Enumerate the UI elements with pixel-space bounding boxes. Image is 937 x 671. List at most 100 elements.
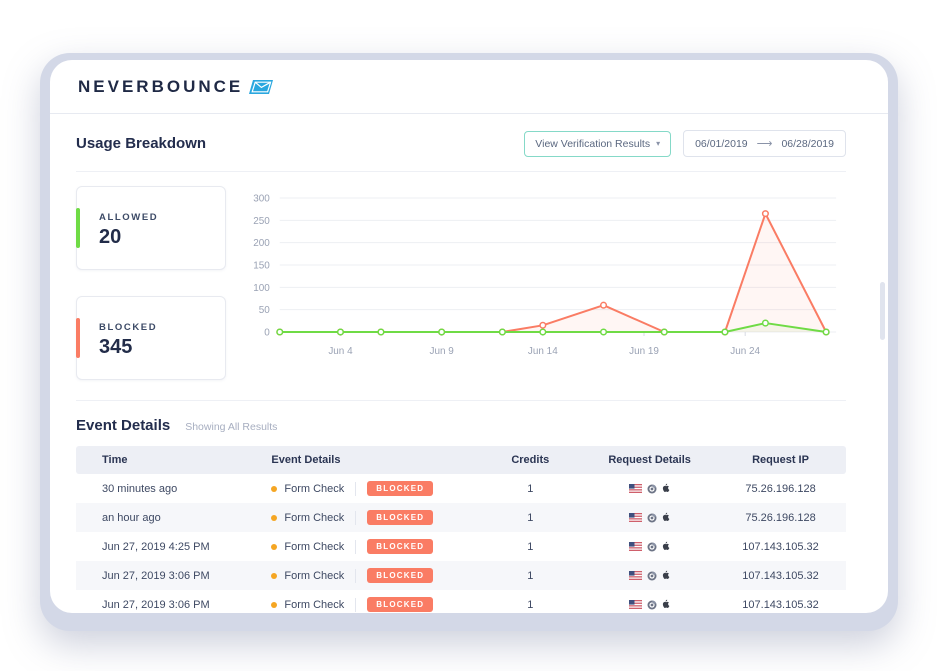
status-badge: BLOCKED bbox=[367, 597, 434, 612]
svg-text:150: 150 bbox=[253, 260, 270, 271]
row-event-type: Form Check bbox=[284, 569, 345, 582]
events-titlebar: Event Details Showing All Results bbox=[76, 417, 846, 434]
us-flag-icon bbox=[628, 571, 642, 580]
brand-name: NEVERBOUNCE bbox=[78, 76, 244, 96]
row-time: 30 minutes ago bbox=[102, 482, 178, 495]
events-table: Time Event Details Credits Request Detai… bbox=[76, 446, 846, 613]
svg-text:300: 300 bbox=[253, 193, 270, 204]
row-credits: 1 bbox=[527, 598, 534, 611]
events-subtitle: Showing All Results bbox=[185, 421, 278, 433]
apple-icon bbox=[662, 483, 671, 494]
svg-text:Jun 4: Jun 4 bbox=[328, 346, 353, 357]
status-dot-icon bbox=[271, 572, 278, 579]
status-badge: BLOCKED bbox=[367, 539, 434, 554]
row-credits: 1 bbox=[527, 569, 534, 582]
row-event-cell: Form Check BLOCKED bbox=[245, 510, 476, 525]
usage-body: ALLOWED 20 BLOCKED 345 0 50 100 150 200 250 30… bbox=[76, 186, 846, 380]
col-header-request-details: Request Details bbox=[608, 454, 691, 466]
dashboard-window: NEVERBOUNCE Usage Breakdown View Verific… bbox=[50, 60, 888, 613]
usage-section-title: Usage Breakdown bbox=[76, 135, 207, 152]
row-event-type: Form Check bbox=[284, 540, 345, 553]
cell-divider bbox=[355, 597, 357, 612]
date-range-end: 06/28/2019 bbox=[781, 137, 834, 150]
apple-icon bbox=[662, 541, 671, 552]
table-row: 30 minutes ago Form Check BLOCKED 1 75.2… bbox=[76, 474, 846, 503]
chrome-icon bbox=[647, 570, 657, 581]
row-request-ip: 75.26.196.128 bbox=[745, 482, 816, 495]
svg-text:50: 50 bbox=[259, 305, 270, 316]
col-header-event-details: Event Details bbox=[271, 454, 341, 466]
status-dot-icon bbox=[271, 485, 278, 492]
status-badge: BLOCKED bbox=[367, 510, 434, 525]
row-event-type: Form Check bbox=[284, 482, 345, 495]
row-credits: 1 bbox=[527, 482, 534, 495]
us-flag-icon bbox=[628, 513, 642, 522]
row-credits: 1 bbox=[527, 511, 534, 524]
date-range-picker[interactable]: 06/01/2019 ⟶ 06/28/2019 bbox=[683, 130, 846, 157]
usage-titlebar: Usage Breakdown View Verification Result… bbox=[76, 130, 846, 172]
svg-text:100: 100 bbox=[253, 283, 270, 294]
chrome-icon bbox=[647, 599, 657, 610]
events-section-title: Event Details bbox=[76, 417, 171, 434]
svg-text:0: 0 bbox=[264, 327, 270, 338]
row-time: Jun 27, 2019 3:06 PM bbox=[102, 569, 210, 582]
apple-icon bbox=[662, 570, 671, 581]
row-request-ip: 107.143.105.32 bbox=[742, 598, 819, 611]
stats-column: ALLOWED 20 BLOCKED 345 bbox=[76, 186, 226, 380]
chrome-icon bbox=[647, 512, 657, 523]
us-flag-icon bbox=[628, 484, 642, 493]
view-verification-results-dropdown[interactable]: View Verification Results ▾ bbox=[524, 130, 672, 157]
blocked-label: BLOCKED bbox=[99, 322, 158, 333]
table-row: Jun 27, 2019 3:06 PM Form Check BLOCKED … bbox=[76, 590, 846, 613]
row-time: Jun 27, 2019 3:06 PM bbox=[102, 598, 210, 611]
row-time: an hour ago bbox=[102, 511, 161, 524]
events-table-body: 30 minutes ago Form Check BLOCKED 1 75.2… bbox=[76, 474, 846, 613]
row-request-ip: 75.26.196.128 bbox=[745, 511, 816, 524]
svg-text:250: 250 bbox=[253, 216, 270, 227]
svg-text:Jun 9: Jun 9 bbox=[430, 346, 455, 357]
content: Usage Breakdown View Verification Result… bbox=[50, 114, 888, 613]
stat-card-allowed: ALLOWED 20 bbox=[76, 186, 226, 270]
row-time: Jun 27, 2019 4:25 PM bbox=[102, 540, 210, 553]
apple-icon bbox=[662, 512, 671, 523]
chart-wrap: 0 50 100 150 200 250 300 Jun 4 Jun 9 Jun 14 Jun 19… bbox=[244, 186, 846, 380]
us-flag-icon bbox=[628, 542, 642, 551]
row-request-details bbox=[584, 512, 715, 523]
status-dot-icon bbox=[271, 601, 278, 608]
svg-text:Jun 19: Jun 19 bbox=[629, 346, 659, 357]
us-flag-icon bbox=[628, 600, 642, 609]
row-request-details bbox=[584, 483, 715, 494]
cell-divider bbox=[355, 481, 357, 496]
apple-icon bbox=[662, 599, 671, 610]
status-badge: BLOCKED bbox=[367, 568, 434, 583]
row-request-details bbox=[584, 570, 715, 581]
envelope-send-icon bbox=[249, 79, 274, 95]
cell-divider bbox=[355, 510, 357, 525]
row-event-cell: Form Check BLOCKED bbox=[245, 481, 476, 496]
allowed-value: 20 bbox=[99, 226, 122, 248]
usage-chart: 0 50 100 150 200 250 300 Jun 4 Jun 9 Jun 14 Jun 19… bbox=[253, 193, 837, 357]
date-range-start: 06/01/2019 bbox=[695, 137, 748, 150]
status-dot-icon bbox=[271, 543, 278, 550]
neverbounce-logo[interactable]: NEVERBOUNCE bbox=[78, 76, 274, 97]
row-event-cell: Form Check BLOCKED bbox=[245, 568, 476, 583]
row-event-type: Form Check bbox=[284, 598, 345, 611]
app-header: NEVERBOUNCE bbox=[50, 60, 888, 114]
scrollbar-thumb[interactable] bbox=[880, 282, 885, 340]
row-request-details bbox=[584, 541, 715, 552]
col-header-request-ip: Request IP bbox=[752, 454, 809, 466]
blocked-accent-bar bbox=[76, 318, 80, 358]
stat-card-blocked: BLOCKED 345 bbox=[76, 296, 226, 380]
filter-button-label: View Verification Results bbox=[535, 137, 651, 150]
row-event-cell: Form Check BLOCKED bbox=[245, 539, 476, 554]
row-request-ip: 107.143.105.32 bbox=[742, 540, 819, 553]
svg-text:200: 200 bbox=[253, 238, 270, 249]
blocked-value: 345 bbox=[99, 336, 133, 358]
chrome-icon bbox=[647, 483, 657, 494]
cell-divider bbox=[355, 568, 357, 583]
events-section: Event Details Showing All Results Time E… bbox=[76, 400, 846, 613]
col-header-credits: Credits bbox=[511, 454, 550, 466]
arrow-right-icon: ⟶ bbox=[756, 138, 773, 150]
chrome-icon bbox=[647, 541, 657, 552]
status-badge: BLOCKED bbox=[367, 481, 434, 496]
